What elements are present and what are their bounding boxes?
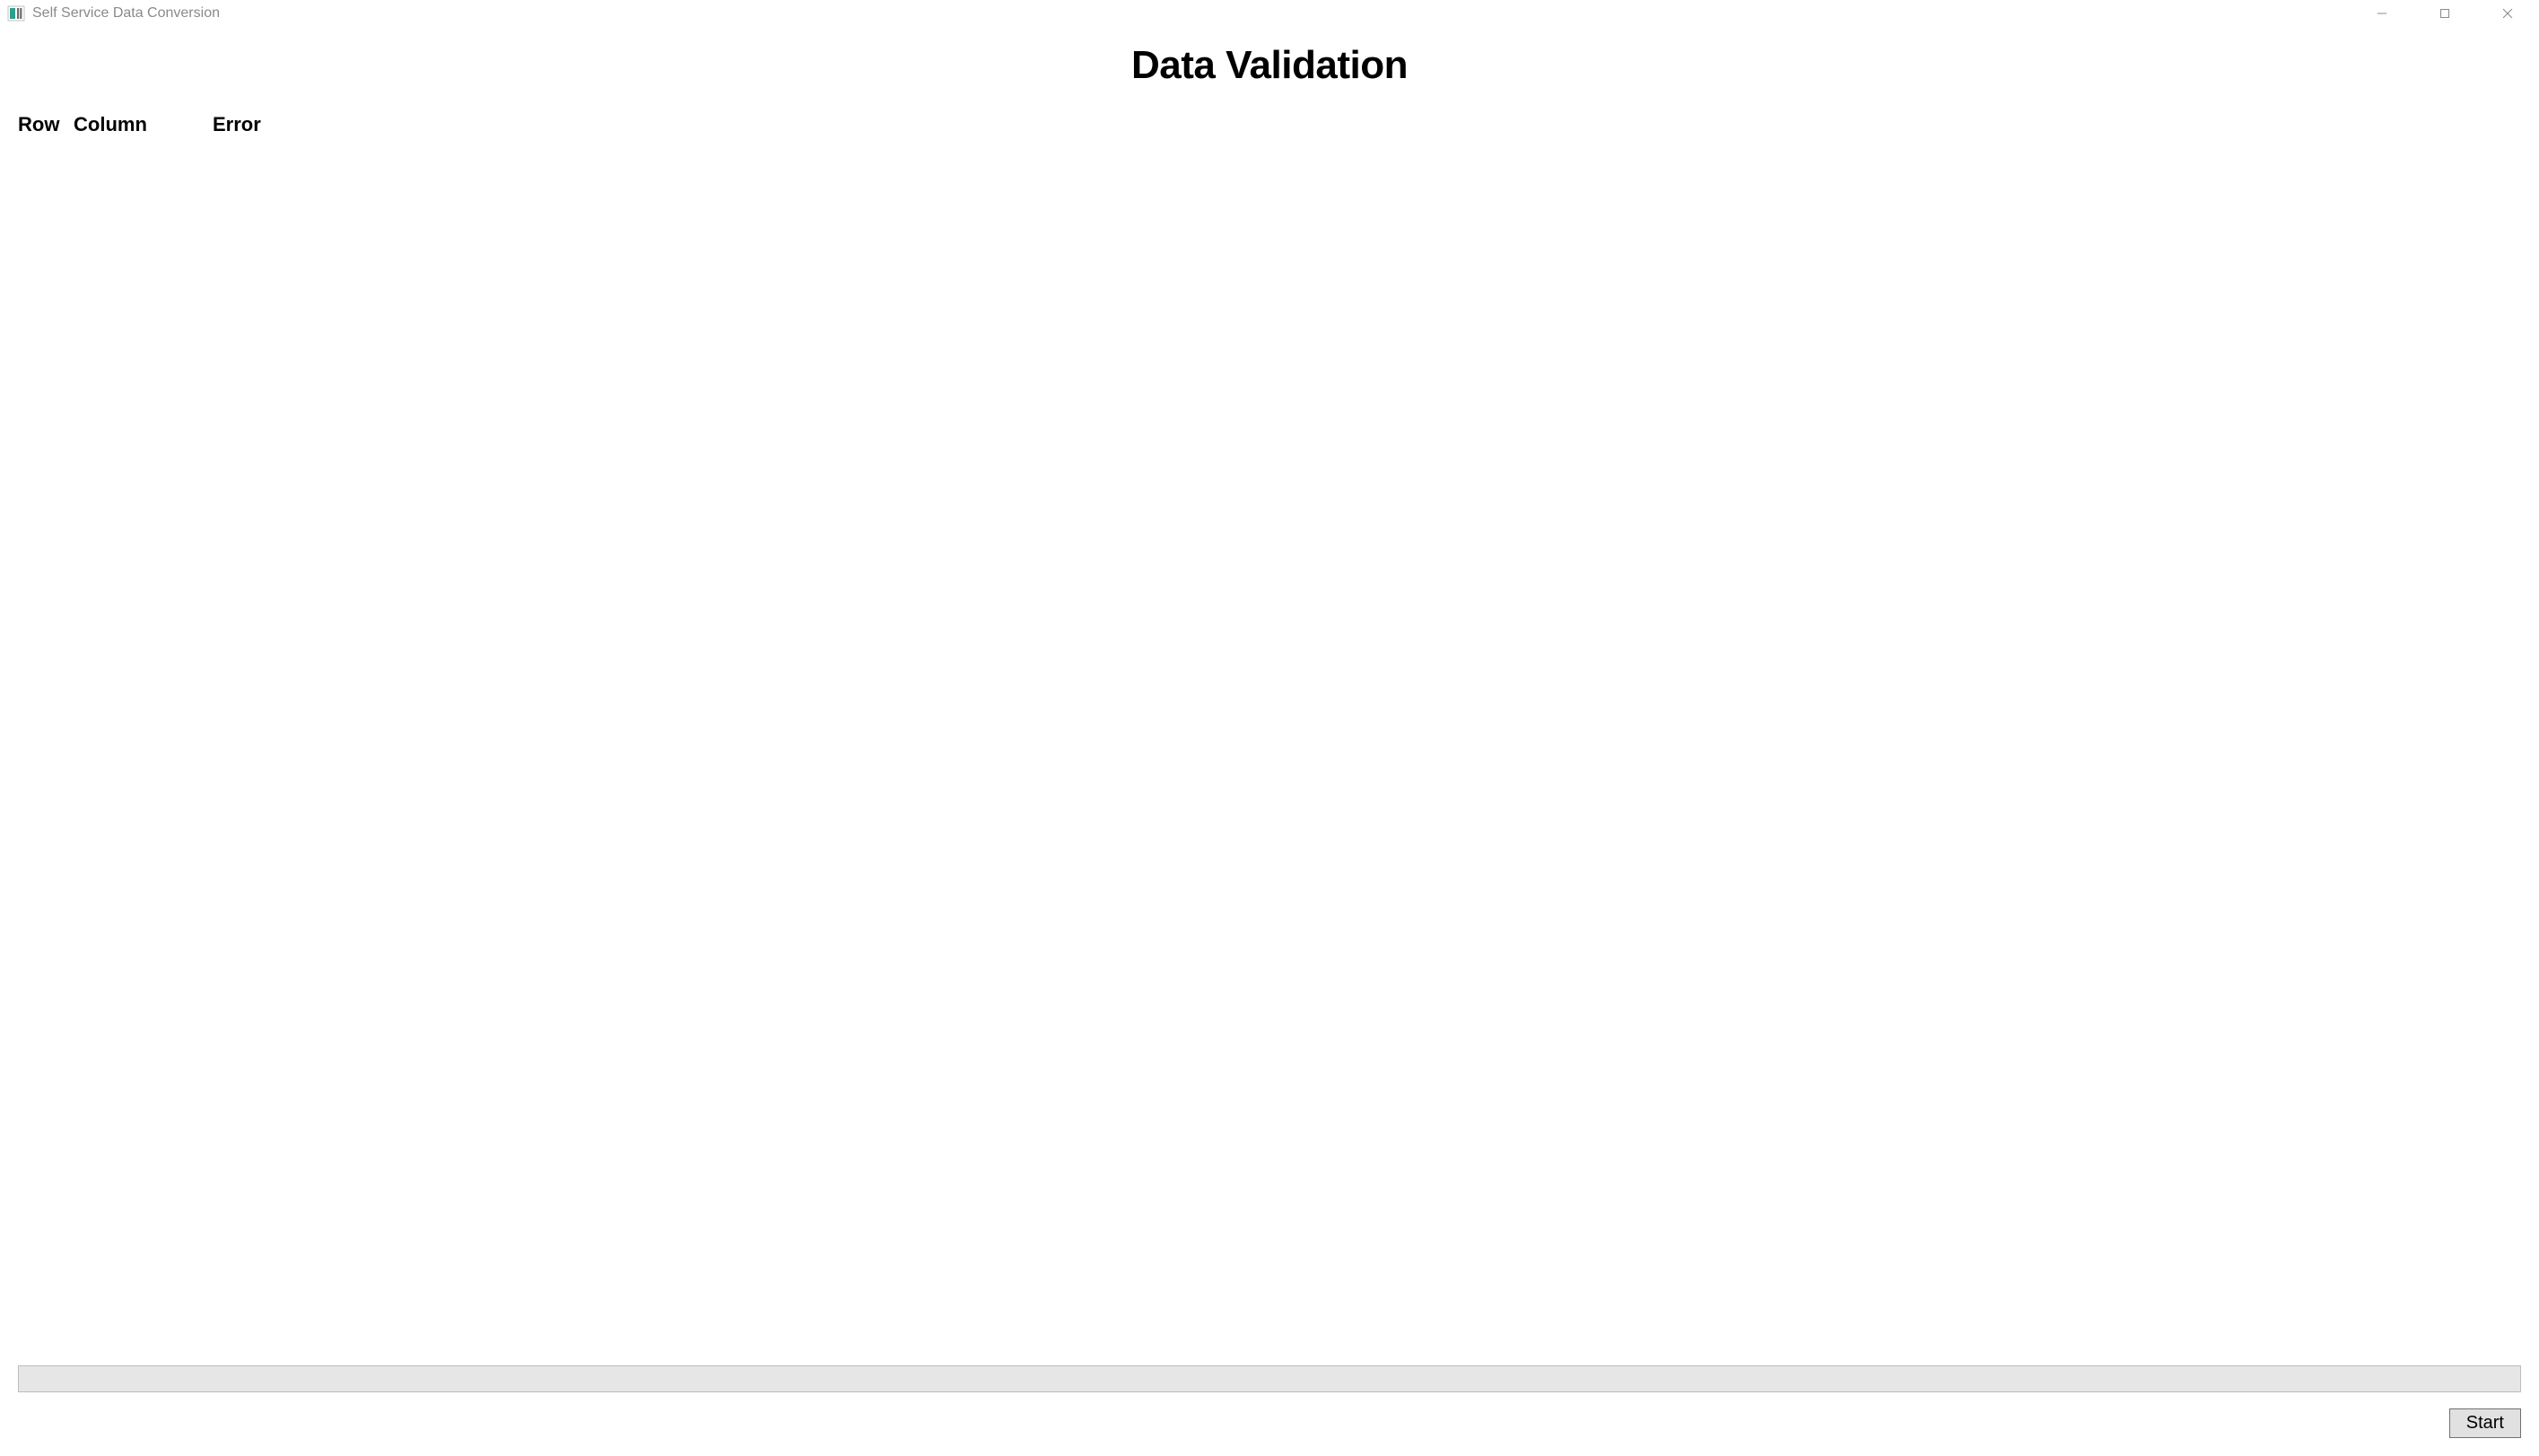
column-header-row: Row (18, 113, 74, 136)
app-window: Self Service Data Conversion Data Valida… (0, 0, 2539, 1456)
window-controls (2351, 0, 2539, 27)
column-header-column: Column (74, 113, 213, 136)
bottom-controls: Start (18, 1365, 2521, 1438)
minimize-button[interactable] (2351, 0, 2413, 27)
validation-table: Row Column Error (18, 113, 2521, 1365)
maximize-button[interactable] (2413, 0, 2476, 27)
start-button[interactable]: Start (2449, 1408, 2521, 1438)
app-icon (5, 3, 27, 24)
close-button[interactable] (2476, 0, 2539, 27)
window-title: Self Service Data Conversion (32, 5, 2351, 22)
content-area: Data Validation Row Column Error Start (0, 27, 2539, 1456)
column-header-error: Error (213, 113, 2521, 136)
progress-bar (18, 1365, 2521, 1392)
button-row: Start (18, 1408, 2521, 1438)
titlebar: Self Service Data Conversion (0, 0, 2539, 27)
column-headers: Row Column Error (18, 113, 2521, 136)
page-title: Data Validation (18, 43, 2521, 88)
